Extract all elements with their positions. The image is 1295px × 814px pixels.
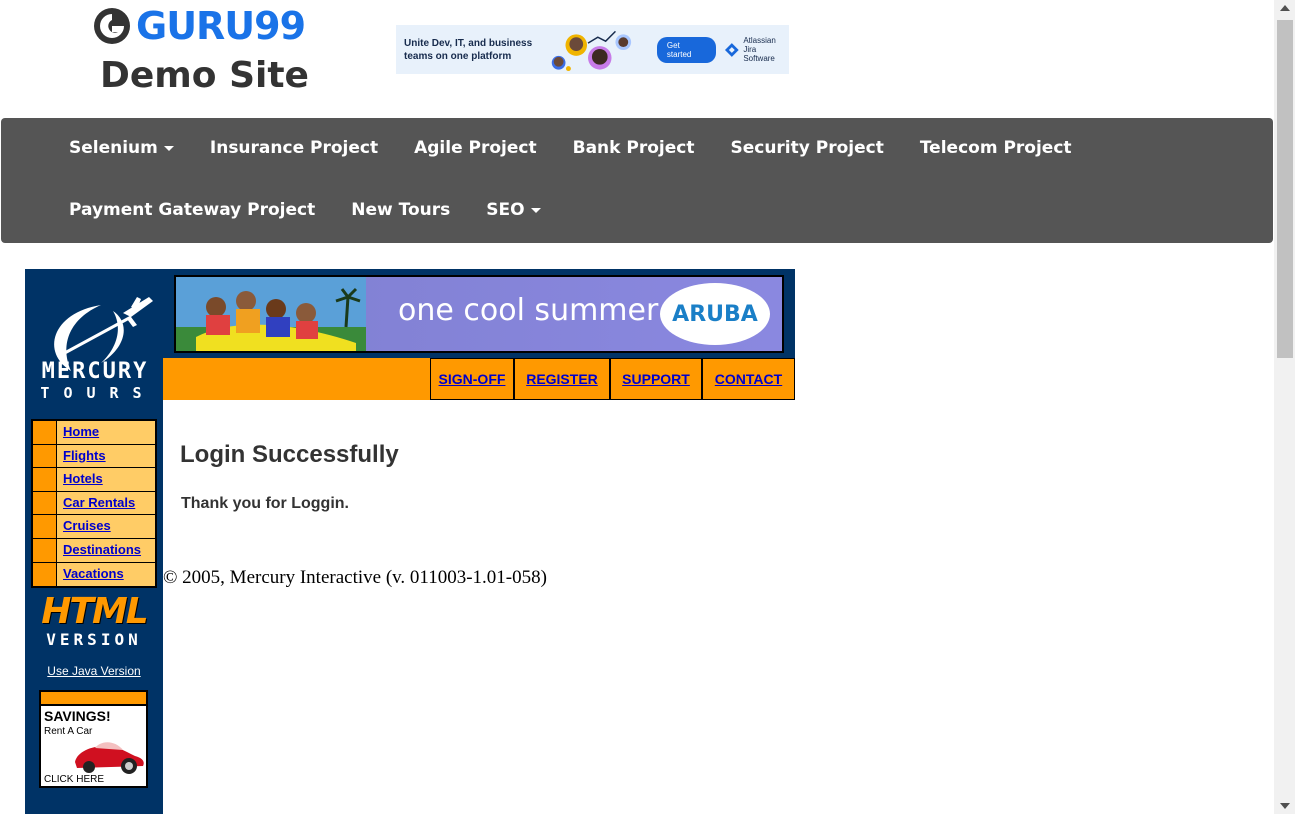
banner-text: one cool summer: [398, 293, 659, 328]
ad-brand-line2: Jira Software: [743, 45, 775, 63]
side-menu-link[interactable]: Destinations: [57, 538, 155, 562]
top-banner: one cool summer ARUBA: [163, 269, 795, 358]
side-menu-link[interactable]: Flights: [57, 444, 155, 468]
ad-banner[interactable]: Unite Dev, IT, and business teams on one…: [396, 25, 789, 74]
savings-title: SAVINGS!: [44, 708, 111, 724]
scrollbar-thumb[interactable]: [1277, 20, 1293, 358]
nav-security-project[interactable]: Security Project: [712, 138, 901, 158]
aruba-logo: ARUBA: [660, 283, 770, 345]
support-link[interactable]: SUPPORT: [610, 358, 702, 400]
chevron-down-icon: [163, 145, 174, 151]
side-menu-link[interactable]: Car Rentals: [57, 491, 155, 515]
nav-insurance-project[interactable]: Insurance Project: [192, 138, 396, 158]
main-navbar: Selenium Insurance Project Agile Project…: [1, 118, 1273, 243]
mercury-tours-frame: MERCURY TOURS Home Flights Hotels Car Re…: [25, 269, 795, 814]
mercury-logo-line1: MERCURY: [41, 359, 149, 384]
side-menu-item-hotels[interactable]: Hotels: [33, 468, 155, 492]
summer-photo-image: [176, 277, 366, 351]
side-menu-item-home[interactable]: Home: [33, 421, 155, 445]
ad-brand-line1: Atlassian: [743, 36, 776, 45]
scroll-up-arrow-icon[interactable]: [1280, 5, 1290, 11]
side-menu-link[interactable]: Cruises: [57, 515, 155, 538]
side-menu-link[interactable]: Vacations: [57, 562, 155, 587]
nav-agile-project[interactable]: Agile Project: [396, 138, 555, 158]
mercury-tours-logo-text: MERCURY TOURS: [33, 359, 157, 402]
guru99-logo[interactable]: GURU99: [92, 4, 312, 48]
side-menu-item-cruises[interactable]: Cruises: [33, 515, 155, 539]
html-version-badge: HTML VERSION: [37, 591, 151, 650]
side-menu-item-vacations[interactable]: Vacations: [33, 562, 155, 587]
ad-people-illustration: [551, 30, 632, 72]
side-menu-item-flights[interactable]: Flights: [33, 444, 155, 469]
savings-rent-a-car-ad[interactable]: SAVINGS! Rent A Car CLICK HERE: [39, 690, 148, 788]
one-cool-summer-banner[interactable]: one cool summer ARUBA: [174, 275, 784, 353]
nav-new-tours[interactable]: New Tours: [333, 200, 468, 220]
jira-icon: [724, 42, 739, 57]
aruba-logo-text: ARUBA: [672, 301, 758, 327]
use-java-version-link[interactable]: Use Java Version: [25, 664, 163, 678]
savings-click-here: CLICK HERE: [44, 774, 105, 785]
side-menu-item-car-rentals[interactable]: Car Rentals: [33, 491, 155, 516]
site-title: Demo Site: [100, 55, 309, 96]
navbar-row-1: Selenium Insurance Project Agile Project…: [51, 138, 1090, 158]
sign-off-link[interactable]: SIGN-OFF: [430, 358, 514, 400]
nav-telecom-project[interactable]: Telecom Project: [902, 138, 1090, 158]
nav-seo[interactable]: SEO: [468, 200, 558, 220]
ad-get-started-button[interactable]: Get started: [656, 36, 716, 63]
red-car-icon: [75, 742, 144, 774]
html-version-small: VERSION: [46, 630, 142, 649]
ad-brand: Atlassian Jira Software: [724, 36, 789, 63]
guru99-logo-icon: [94, 8, 130, 44]
mercury-left-column: MERCURY TOURS Home Flights Hotels Car Re…: [25, 269, 163, 814]
nav-bank-project[interactable]: Bank Project: [555, 138, 713, 158]
side-menu-link[interactable]: Home: [57, 421, 155, 444]
side-menu-link[interactable]: Hotels: [57, 468, 155, 491]
chevron-down-icon: [530, 207, 541, 213]
mercury-logo-line2: TOURS: [40, 384, 156, 402]
top-links-bar: SIGN-OFF REGISTER SUPPORT CONTACT: [163, 358, 795, 400]
contact-link[interactable]: CONTACT: [702, 358, 795, 400]
scroll-down-arrow-icon[interactable]: [1280, 803, 1290, 809]
vertical-scrollbar[interactable]: [1274, 0, 1295, 814]
ad-text: Unite Dev, IT, and business teams on one…: [404, 37, 533, 62]
side-menu: Home Flights Hotels Car Rentals Cruises …: [31, 419, 157, 589]
html-version-big: HTML: [41, 591, 148, 632]
nav-selenium[interactable]: Selenium: [51, 138, 192, 158]
register-link[interactable]: REGISTER: [514, 358, 610, 400]
nav-payment-gateway-project[interactable]: Payment Gateway Project: [51, 200, 333, 220]
navbar-row-2: Payment Gateway Project New Tours SEO: [51, 200, 559, 220]
login-success-heading: Login Successfully: [180, 441, 399, 468]
guru99-logo-text: GURU99: [136, 4, 306, 48]
login-success-message: Thank you for Loggin.: [181, 495, 349, 512]
side-menu-item-destinations[interactable]: Destinations: [33, 538, 155, 563]
copyright-text: © 2005, Mercury Interactive (v. 011003-1…: [163, 567, 547, 588]
